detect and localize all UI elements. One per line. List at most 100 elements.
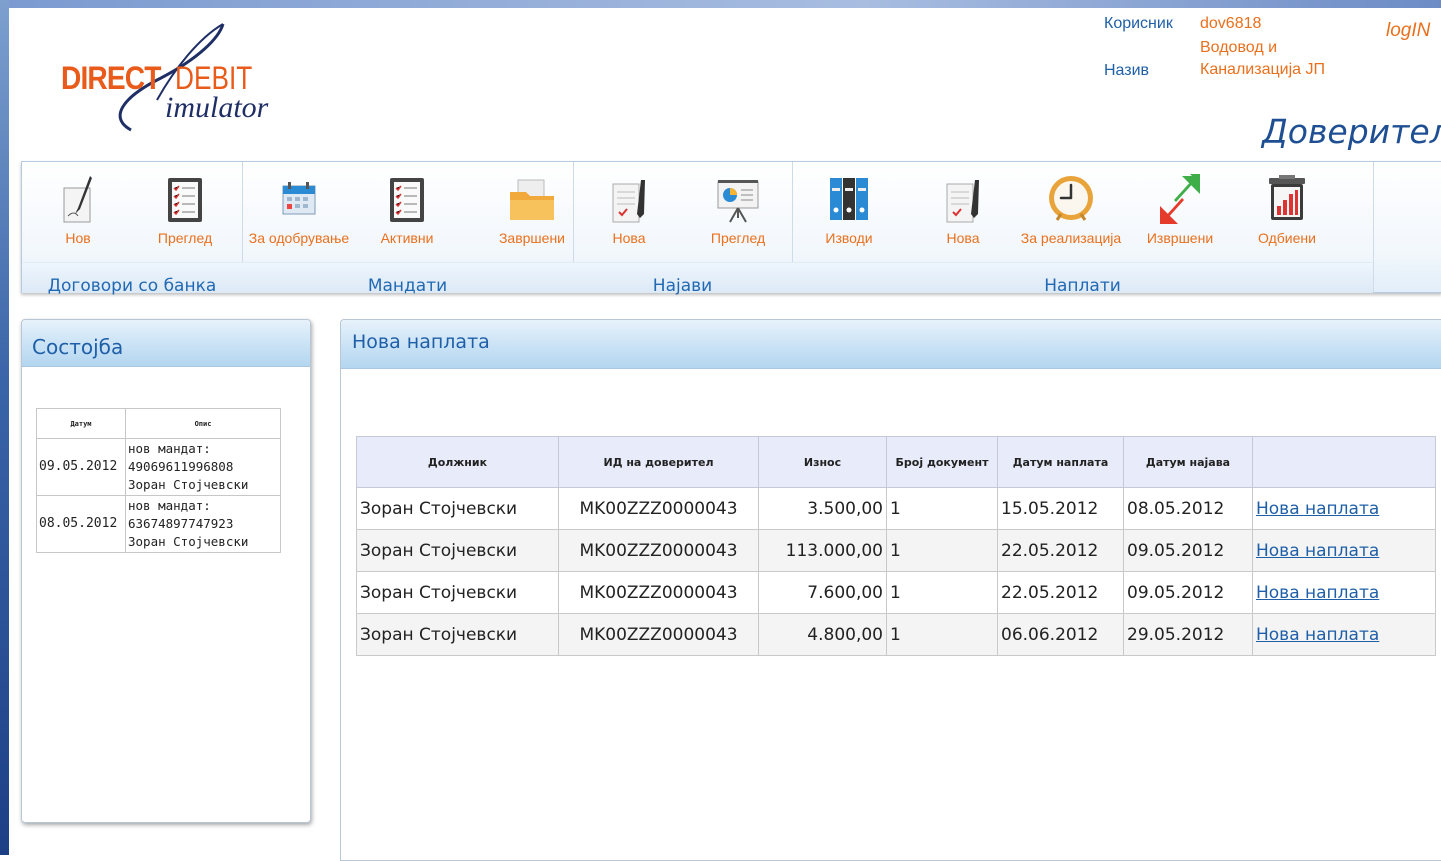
toolbar-group-payments: Изводи Нова За реализација Извршени Одби…	[792, 162, 1374, 296]
cell-action: Нова наплата	[1252, 529, 1436, 572]
user-value: dov6818	[1200, 15, 1262, 32]
page: DIRECT DEBIT imulator Корисник dov6818 В…	[9, 8, 1441, 861]
status-row: 08.05.2012 нов мандат: 63674897747923 Зо…	[36, 495, 281, 553]
document-pen-icon	[941, 174, 985, 226]
payments-table: Должник ИД на доверител Износ Број докум…	[356, 436, 1436, 656]
tool-announcements-review[interactable]: Преглед	[701, 174, 775, 246]
cell-action: Нова наплата	[1252, 487, 1436, 530]
user-label: Корисник	[1104, 15, 1173, 32]
checklist-icon	[163, 174, 207, 226]
cell-announcement-date: 09.05.2012	[1123, 571, 1253, 614]
cell-debtor: Зоран Стојчевски	[356, 613, 559, 656]
new-payment-link[interactable]: Нова наплата	[1256, 583, 1379, 603]
tool-new-announcement[interactable]: Нова	[599, 174, 659, 246]
toolbar-group-mandates: За одобрување Активни Завршени Мандати	[242, 162, 574, 296]
cell-document-number: 1	[886, 613, 998, 656]
cell-document-number: 1	[886, 487, 998, 530]
binders-icon	[827, 174, 871, 226]
status-table: Датум Опис 09.05.2012 нов мандат: 490696…	[36, 408, 281, 553]
tool-mandates-active[interactable]: Активни	[374, 174, 440, 246]
tool-payments-for-realization[interactable]: За реализација	[1016, 174, 1126, 246]
tool-new-payment[interactable]: Нова	[933, 174, 993, 246]
new-payment-link[interactable]: Нова наплата	[1256, 499, 1379, 519]
tool-mandates-completed[interactable]: Завршени	[492, 174, 572, 246]
tool-agreements-review[interactable]: Преглед	[148, 174, 222, 246]
status-panel-title: Состојба	[32, 335, 124, 359]
cell-creditor-id: MK00ZZZ0000043	[558, 487, 759, 530]
status-date: 08.05.2012	[36, 495, 126, 553]
group-label-announcements: Најави	[652, 276, 713, 296]
status-description: нов мандат: 63674897747923 Зоран Стојчев…	[125, 495, 281, 553]
cell-announcement-date: 29.05.2012	[1123, 613, 1253, 656]
tool-statements[interactable]: Изводи	[812, 174, 886, 246]
col-amount: Износ	[758, 436, 887, 488]
col-document-number: Број документ	[886, 436, 998, 488]
new-payment-link[interactable]: Нова наплата	[1256, 541, 1379, 561]
status-header-description: Опис	[125, 408, 281, 439]
cell-document-number: 1	[886, 529, 998, 572]
cell-payment-date: 22.05.2012	[997, 529, 1124, 572]
table-row: Зоран Стојчевски MK00ZZZ0000043 3.500,00…	[356, 487, 1436, 530]
col-debtor: Должник	[356, 436, 559, 488]
tool-payments-rejected[interactable]: Одбиени	[1250, 174, 1324, 246]
company-name-line1: Водовод и	[1200, 39, 1278, 56]
name-label: Назив	[1104, 62, 1150, 79]
group-label-payments: Наплати	[1044, 276, 1121, 296]
main-panel-title: Нова наплата	[352, 331, 490, 353]
document-pen-icon	[607, 174, 651, 226]
bar-chart-bin-icon	[1265, 174, 1309, 226]
status-description: нов мандат: 49069611996808 Зоран Стојчев…	[125, 438, 281, 496]
logo: DIRECT DEBIT imulator	[49, 18, 289, 138]
clock-icon	[1049, 174, 1093, 226]
table-row: Зоран Стојчевски MK00ZZZ0000043 7.600,00…	[356, 571, 1436, 614]
cell-payment-date: 15.05.2012	[997, 487, 1124, 530]
toolbar-group-announcements: Нова Преглед Најави	[573, 162, 793, 296]
cell-payment-date: 06.06.2012	[997, 613, 1124, 656]
cell-announcement-date: 09.05.2012	[1123, 529, 1253, 572]
status-panel: Состојба Датум Опис 09.05.2012 нов манда…	[21, 319, 311, 823]
company-name-line2: Канализација ЈП	[1200, 61, 1325, 78]
toolbar-group-agreements: Нов Преглед Договори со банка	[22, 162, 243, 296]
cell-creditor-id: MK00ZZZ0000043	[558, 571, 759, 614]
tool-new-agreement[interactable]: Нов	[48, 174, 108, 246]
group-label-mandates: Мандати	[367, 276, 448, 296]
main-panel-header: Нова наплата	[341, 320, 1441, 369]
cell-amount: 3.500,00	[758, 487, 887, 530]
cell-debtor: Зоран Стојчевски	[356, 571, 559, 614]
col-payment-date: Датум наплата	[997, 436, 1124, 488]
pen-document-icon	[56, 174, 100, 226]
calendar-icon	[277, 174, 321, 226]
main-panel: Нова наплата Должник ИД на доверител Изн…	[340, 319, 1441, 861]
cell-amount: 7.600,00	[758, 571, 887, 614]
window-frame-top	[0, 0, 1441, 8]
arrows-icon	[1158, 174, 1202, 226]
presentation-board-icon	[716, 174, 760, 226]
folder-icon	[510, 174, 554, 226]
cell-payment-date: 22.05.2012	[997, 571, 1124, 614]
cell-announcement-date: 08.05.2012	[1123, 487, 1253, 530]
cell-document-number: 1	[886, 571, 998, 614]
logo-word-simulator: imulator	[165, 91, 269, 124]
main-toolbar: Нов Преглед Договори со банка За одобрув…	[21, 161, 1441, 296]
tool-payments-executed[interactable]: Извршени	[1138, 174, 1222, 246]
col-creditor-id: ИД на доверител	[558, 436, 759, 488]
table-row: Зоран Стојчевски MK00ZZZ0000043 4.800,00…	[356, 613, 1436, 656]
cell-amount: 113.000,00	[758, 529, 887, 572]
status-date: 09.05.2012	[36, 438, 126, 496]
role-title: Доверител	[1262, 112, 1441, 151]
cell-debtor: Зоран Стојчевски	[356, 487, 559, 530]
status-panel-header: Состојба	[22, 320, 310, 367]
status-row: 09.05.2012 нов мандат: 49069611996808 Зо…	[36, 438, 281, 496]
cell-amount: 4.800,00	[758, 613, 887, 656]
login-link[interactable]: logIN	[1386, 20, 1430, 42]
col-action	[1252, 436, 1436, 488]
cell-creditor-id: MK00ZZZ0000043	[558, 529, 759, 572]
status-header-date: Датум	[36, 408, 126, 439]
tool-mandates-for-approval[interactable]: За одобрување	[244, 174, 354, 246]
cell-creditor-id: MK00ZZZ0000043	[558, 613, 759, 656]
window-frame-left	[0, 0, 9, 855]
col-announcement-date: Датум најава	[1123, 436, 1253, 488]
cell-debtor: Зоран Стојчевски	[356, 529, 559, 572]
cell-action: Нова наплата	[1252, 613, 1436, 656]
new-payment-link[interactable]: Нова наплата	[1256, 625, 1379, 645]
